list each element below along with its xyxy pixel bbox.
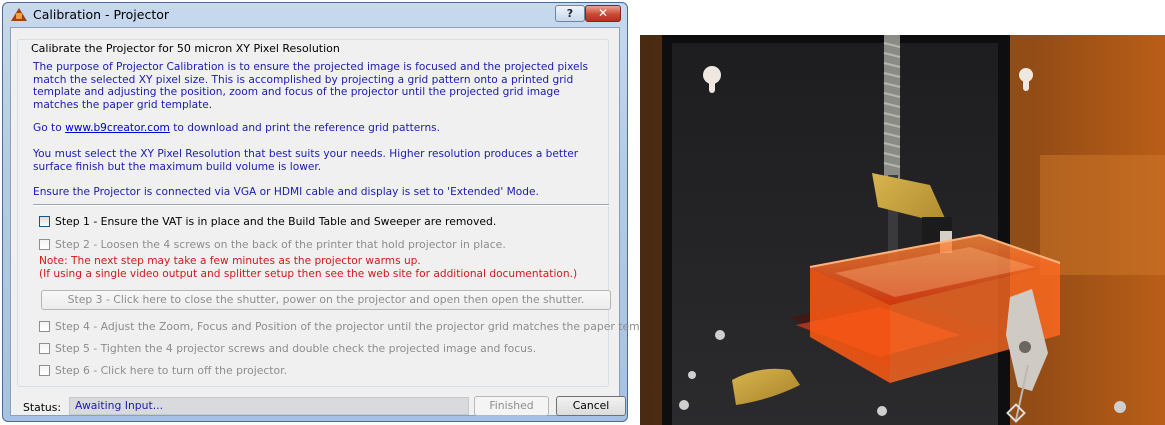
step5-label: Step 5 - Tighten the 4 projector screws … bbox=[55, 342, 537, 355]
resolution-text: You must select the XY Pixel Resolution … bbox=[33, 148, 579, 173]
step4-label: Step 4 - Adjust the Zoom, Focus and Posi… bbox=[55, 320, 695, 333]
step6-checkbox[interactable] bbox=[39, 365, 50, 376]
cancel-button[interactable]: Cancel bbox=[556, 396, 626, 416]
step5-checkbox[interactable] bbox=[39, 343, 50, 354]
purpose-text: The purpose of Projector Calibration is … bbox=[33, 61, 589, 111]
note-line-2: (If using a single video output and spli… bbox=[39, 267, 578, 280]
printer-photo bbox=[640, 35, 1165, 425]
note-line-1: Note: The next step may take a few minut… bbox=[39, 255, 421, 267]
step2-label: Step 2 - Loosen the 4 screws on the back… bbox=[55, 238, 506, 251]
status-field: Awaiting Input... bbox=[69, 397, 469, 415]
warmup-note: Note: The next step may take a few minut… bbox=[39, 255, 577, 280]
calibration-dialog: Calibration - Projector ? ✕ Calibrate th… bbox=[2, 2, 695, 422]
step6-label: Step 6 - Click here to turn off the proj… bbox=[55, 364, 288, 377]
goto-suffix: to download and print the reference grid… bbox=[169, 122, 441, 134]
step1-label: Step 1 - Ensure the VAT is in place and … bbox=[55, 215, 497, 228]
separator bbox=[33, 204, 609, 206]
download-instructions: Go to www.b9creator.com to download and … bbox=[33, 122, 603, 135]
status-label: Status: bbox=[23, 401, 62, 414]
close-button[interactable]: ✕ bbox=[585, 5, 621, 22]
finished-button[interactable]: Finished bbox=[474, 396, 549, 416]
title-bar[interactable]: Calibration - Projector ? ✕ bbox=[3, 3, 627, 27]
group-title: Calibrate the Projector for 50 micron XY… bbox=[29, 42, 342, 55]
b9creator-link[interactable]: www.b9creator.com bbox=[65, 122, 170, 134]
projector-warning-icon bbox=[11, 8, 27, 21]
help-button[interactable]: ? bbox=[555, 5, 585, 22]
connection-text: Ensure the Projector is connected via VG… bbox=[33, 186, 539, 198]
step2-checkbox[interactable] bbox=[39, 239, 50, 250]
window-title: Calibration - Projector bbox=[33, 7, 170, 22]
goto-prefix: Go to bbox=[33, 122, 66, 134]
step1-checkbox[interactable] bbox=[39, 216, 50, 227]
step3-button[interactable]: Step 3 - Click here to close the shutter… bbox=[41, 290, 611, 310]
step4-checkbox[interactable] bbox=[39, 321, 50, 332]
printer-photo-illustration bbox=[640, 35, 1165, 425]
dialog-body: Calibrate the Projector for 50 micron XY… bbox=[10, 27, 695, 416]
